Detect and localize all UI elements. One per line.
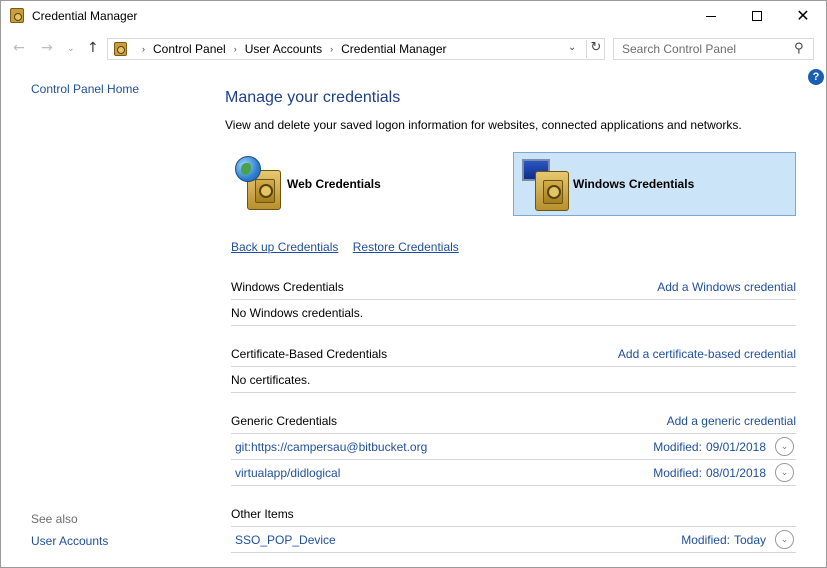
user-accounts-link[interactable]: User Accounts [31,534,108,548]
credential-modified: Modified: 09/01/2018 [653,440,766,454]
address-bar[interactable]: › Control Panel › User Accounts › Creden… [107,38,605,60]
modified-label: Modified: [653,466,702,480]
modified-date: 08/01/2018 [705,466,766,480]
generic-credentials-section: Generic Credentials Add a generic creden… [231,408,796,486]
add-windows-credential-link[interactable]: Add a Windows credential [657,280,796,294]
list-item: No Windows credentials. [231,300,796,326]
credential-row[interactable]: SSO_POP_Device Modified: Today ⌄ [231,527,796,553]
windows-credentials-label: Windows Credentials [573,177,695,191]
credential-name[interactable]: git:https://campersau@bitbucket.org [235,440,427,454]
refresh-icon[interactable]: ↻ [586,40,605,58]
credential-manager-window: Credential Manager ✕ ← → ⌄ ↑ › Control P… [0,0,827,568]
navigation-bar: ← → ⌄ ↑ › Control Panel › User Accounts … [1,32,826,66]
page-title: Manage your credentials [225,89,401,106]
title-bar[interactable]: Credential Manager ✕ [1,1,826,32]
forward-arrow-icon[interactable]: → [41,40,53,56]
credential-row[interactable]: git:https://campersau@bitbucket.org Modi… [231,434,796,460]
breadcrumb-credential-manager[interactable]: Credential Manager [341,42,446,56]
left-pane: Control Panel Home See also User Account… [1,67,201,567]
section-header: Certificate-Based Credentials Add a cert… [231,341,796,367]
section-header: Generic Credentials Add a generic creden… [231,408,796,434]
recent-locations-chevron-icon[interactable]: ⌄ [67,44,75,54]
see-also-label: See also [31,512,78,526]
section-title: Windows Credentials [231,280,344,294]
modified-label: Modified: [653,440,702,454]
breadcrumb-user-accounts[interactable]: User Accounts [245,42,322,56]
control-panel-home-link[interactable]: Control Panel Home [31,82,139,96]
section-header: Windows Credentials Add a Windows creden… [231,274,796,300]
modified-date: Today [733,533,766,547]
empty-message: No Windows credentials. [231,306,364,320]
page-description: View and delete your saved logon informa… [225,118,742,132]
expand-chevron-icon[interactable]: ⌄ [775,530,794,549]
modified-date: 09/01/2018 [705,440,766,454]
add-generic-credential-link[interactable]: Add a generic credential [667,414,796,428]
vault-safe-icon [535,171,569,211]
search-box[interactable]: ⚲ [613,38,814,60]
credential-name[interactable]: SSO_POP_Device [235,533,336,547]
help-icon[interactable]: ? [808,69,824,85]
up-arrow-icon[interactable]: ↑ [87,40,99,56]
list-item: No certificates. [231,367,796,393]
close-button[interactable]: ✕ [780,1,826,31]
breadcrumb-separator-icon[interactable]: › [142,44,145,54]
search-icon[interactable]: ⚲ [794,41,804,56]
add-certificate-credential-link[interactable]: Add a certificate-based credential [618,347,796,361]
minimize-button[interactable] [688,1,734,31]
minimize-icon [706,15,716,17]
credential-manager-icon [10,8,24,23]
credential-name[interactable]: virtualapp/didlogical [235,466,340,480]
breadcrumb-separator-icon[interactable]: › [330,44,333,54]
back-arrow-icon[interactable]: ← [13,40,25,56]
web-credentials-label: Web Credentials [287,177,381,191]
search-input[interactable] [614,39,794,59]
section-title: Certificate-Based Credentials [231,347,388,361]
maximize-icon [752,11,762,21]
window-title: Credential Manager [32,9,138,23]
section-title: Generic Credentials [231,414,338,428]
breadcrumb: › Control Panel › User Accounts › Creden… [134,42,447,56]
expand-chevron-icon[interactable]: ⌄ [775,437,794,456]
expand-chevron-icon[interactable]: ⌄ [775,463,794,482]
breadcrumb-separator-icon[interactable]: › [234,44,237,54]
section-title: Other Items [231,507,294,521]
globe-icon [235,156,261,182]
modified-label: Modified: [681,533,730,547]
maximize-button[interactable] [734,1,780,31]
other-items-section: Other Items SSO_POP_Device Modified: Toda… [231,501,796,553]
section-header: Other Items [231,501,796,527]
empty-message: No certificates. [231,373,311,387]
back-up-credentials-link[interactable]: Back up Credentials [231,240,338,254]
credential-modified: Modified: Today [681,533,766,547]
backup-restore-links: Back up Credentials Restore Credentials [231,240,470,254]
web-credentials-tile[interactable]: Web Credentials [231,152,514,216]
breadcrumb-control-panel[interactable]: Control Panel [153,42,226,56]
credential-modified: Modified: 08/01/2018 [653,466,766,480]
certificate-credentials-section: Certificate-Based Credentials Add a cert… [231,341,796,393]
windows-credentials-tile[interactable]: Windows Credentials [513,152,796,216]
close-icon: ✕ [796,6,810,25]
windows-credentials-section: Windows Credentials Add a Windows creden… [231,274,796,326]
address-dropdown-chevron-icon[interactable]: ⌄ [568,42,576,53]
credential-row[interactable]: virtualapp/didlogical Modified: 08/01/201… [231,460,796,486]
restore-credentials-link[interactable]: Restore Credentials [353,240,459,254]
control-panel-location-icon [114,42,127,56]
